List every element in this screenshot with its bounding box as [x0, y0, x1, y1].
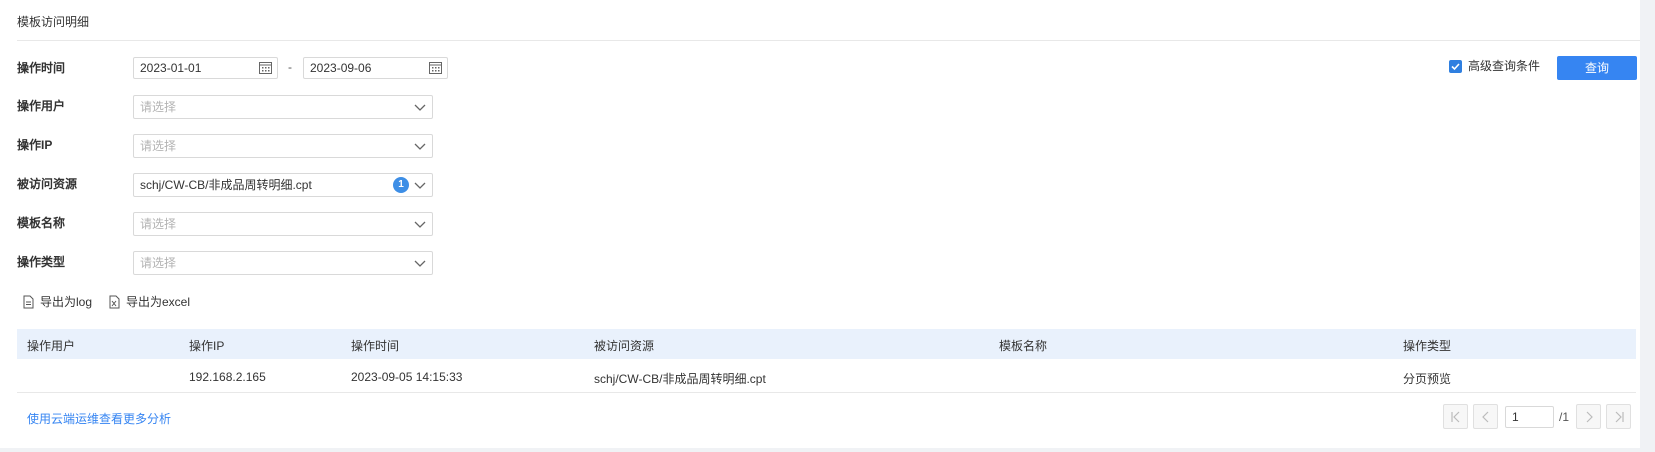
ip-label: 操作IP [17, 138, 53, 152]
ip-select-placeholder: 请选择 [140, 139, 177, 153]
page-total: /1 [1559, 410, 1570, 424]
resource-label: 被访问资源 [17, 177, 78, 191]
table-cell: 2023-09-05 14:15:33 [351, 370, 463, 384]
type-select-placeholder: 请选择 [140, 256, 177, 270]
user-select[interactable]: 请选择 [133, 95, 433, 119]
start-date-input[interactable]: 2023-01-01 [133, 57, 278, 79]
cloud-ops-link[interactable]: 使用云端运维查看更多分析 [27, 410, 171, 427]
chevron-down-icon [414, 182, 426, 189]
table-cell: 192.168.2.165 [189, 370, 266, 384]
end-date-input[interactable]: 2023-09-06 [303, 57, 448, 79]
panel-title: 模板访问明细 [17, 15, 90, 29]
chevron-down-icon [414, 260, 426, 267]
start-date-value: 2023-01-01 [140, 61, 202, 75]
export-file-icon [23, 295, 34, 309]
calendar-icon[interactable] [429, 61, 442, 74]
end-date-value: 2023-09-06 [310, 61, 372, 75]
template-select-placeholder: 请选择 [140, 217, 177, 231]
chevron-down-icon [414, 104, 426, 111]
selected-count-badge: 1 [393, 177, 409, 193]
export-log-label: 导出为log [40, 295, 93, 309]
page-number-input[interactable]: 1 [1505, 406, 1554, 428]
type-select[interactable]: 请选择 [133, 251, 433, 275]
chevron-down-icon [414, 143, 426, 150]
chevron-down-icon [414, 221, 426, 228]
export-excel-label: 导出为excel [126, 295, 191, 309]
advanced-query-label[interactable]: 高级查询条件 [1468, 58, 1540, 75]
advanced-query-checkbox[interactable] [1449, 60, 1462, 73]
column-header: 被访问资源 [594, 339, 655, 353]
prev-page-button[interactable] [1473, 404, 1498, 429]
chevron-left-icon [1482, 411, 1489, 423]
access-detail-panel: 模板访问明细 操作时间 2023-01-01 - 2023-09-06 操作用户… [0, 0, 1640, 448]
column-header: 模板名称 [999, 339, 1048, 353]
date-range-separator: - [288, 60, 292, 74]
column-header: 操作用户 [27, 339, 76, 353]
column-header: 操作类型 [1403, 339, 1452, 353]
last-page-icon [1615, 411, 1624, 423]
time-label: 操作时间 [17, 61, 66, 75]
table-header: 操作用户 操作IP 操作时间 被访问资源 模板名称 操作类型 [17, 329, 1636, 359]
table-cell: schj/CW-CB/非成品周转明细.cpt [594, 372, 766, 386]
column-header: 操作时间 [351, 339, 400, 353]
template-select[interactable]: 请选择 [133, 212, 433, 236]
next-page-button[interactable] [1576, 404, 1601, 429]
divider [17, 40, 1640, 41]
query-button[interactable]: 查询 [1557, 56, 1637, 80]
user-label: 操作用户 [17, 99, 66, 113]
table-cell: 分页预览 [1403, 372, 1452, 386]
page-number-value: 1 [1512, 410, 1519, 424]
table-row[interactable]: 192.168.2.165 2023-09-05 14:15:33 schj/C… [17, 359, 1636, 393]
calendar-icon[interactable] [259, 61, 272, 74]
last-page-button[interactable] [1606, 404, 1631, 429]
chevron-right-icon [1586, 411, 1593, 423]
user-select-placeholder: 请选择 [140, 100, 177, 114]
resource-select-value: schj/CW-CB/非成品周转明细.cpt [140, 178, 312, 192]
ip-select[interactable]: 请选择 [133, 134, 433, 158]
column-header: 操作IP [189, 339, 225, 353]
checkmark-icon [1451, 63, 1460, 71]
export-excel-icon [109, 295, 120, 309]
template-label: 模板名称 [17, 216, 66, 230]
first-page-button[interactable] [1443, 404, 1468, 429]
resource-select[interactable]: schj/CW-CB/非成品周转明细.cpt 1 [133, 173, 433, 197]
scrollbar-track[interactable] [1640, 0, 1655, 452]
type-label: 操作类型 [17, 255, 66, 269]
first-page-icon [1451, 411, 1460, 423]
